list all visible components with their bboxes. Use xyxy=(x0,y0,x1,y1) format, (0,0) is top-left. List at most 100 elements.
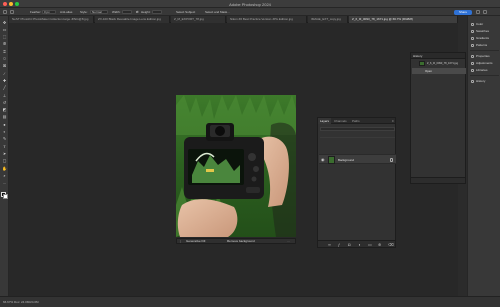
dock-item-libraries[interactable]: Libraries xyxy=(471,68,488,73)
pen-tool[interactable]: ✎ xyxy=(2,137,7,142)
visibility-eye-icon[interactable]: ◉ xyxy=(321,158,325,162)
healing-brush-tool[interactable]: ✚ xyxy=(2,78,7,83)
document-tab[interactable]: Z_M_EXPORT_78.jpg xyxy=(171,16,226,23)
document-tab[interactable]: Nikon Z6 Best Practice.Version.JPG.Editi… xyxy=(227,16,307,23)
history-brush-tool[interactable]: ↺ xyxy=(2,100,7,105)
document-image[interactable] xyxy=(176,95,296,237)
background-color-swatch[interactable] xyxy=(3,194,8,199)
eyedropper-tool[interactable]: ⁄ xyxy=(2,71,7,76)
path-selection-tool-icon: ➤ xyxy=(2,150,7,156)
tab-layers[interactable]: Layers xyxy=(318,118,332,124)
history-brush-tool-icon: ↺ xyxy=(2,99,7,105)
layers-panel-footer: ∞ ƒ ◘ ◑ ▭ ⊕ ⌫ xyxy=(318,240,395,247)
hand-tool-icon: ✋ xyxy=(2,165,7,171)
lasso-tool[interactable]: ᘓ xyxy=(2,42,7,47)
history-state[interactable]: Open xyxy=(412,68,466,74)
layer-filter-select[interactable] xyxy=(320,127,395,131)
marquee-preset-icon[interactable] xyxy=(10,10,14,14)
select-and-mask-button[interactable]: Select and Mask... xyxy=(205,10,230,14)
dock-item-gradients[interactable]: Gradients xyxy=(471,36,489,41)
lock-icon[interactable] xyxy=(390,158,393,162)
layer-thumbnail xyxy=(328,156,335,164)
document-tab[interactable]: NeST PhotoKit PhotoMaker.Collection.larg… xyxy=(9,16,94,23)
tab-paths[interactable]: Paths xyxy=(350,118,362,124)
crop-tool[interactable]: ⌑ xyxy=(2,57,7,62)
status-bar: 66.67% Doc: 24.0M/24.0M xyxy=(0,296,500,307)
feather-label: Feather: xyxy=(30,10,42,14)
tab-channels[interactable]: Channels xyxy=(332,118,349,124)
gradient-tool[interactable]: ▤ xyxy=(2,115,7,120)
artboard-tool-icon: ▭ xyxy=(2,26,7,32)
adjustment-layer-icon[interactable]: ◑ xyxy=(358,242,360,247)
clone-stamp-tool-icon: ⊥ xyxy=(2,92,7,98)
share-button[interactable]: Share xyxy=(454,9,472,15)
type-tool-icon: T xyxy=(3,143,6,149)
style-value: Normal xyxy=(92,10,102,14)
layer-mask-icon[interactable]: ◘ xyxy=(348,242,350,247)
document-tab[interactable]: ZX-100 Black Reusable.Image.Lens.Edition… xyxy=(95,16,170,23)
swap-icon[interactable]: ⇄ xyxy=(136,10,139,14)
eraser-tool-icon: ◩ xyxy=(2,107,7,113)
zoom-tool[interactable]: ⌕ xyxy=(2,173,7,178)
document-tab[interactable]: IMAGE_EXT_copy.jpg xyxy=(308,16,348,23)
history-panel-footer xyxy=(411,177,465,183)
history-panel-title[interactable]: History xyxy=(411,53,465,59)
marquee-tool[interactable]: ⬚ xyxy=(2,35,7,40)
dodge-tool[interactable]: ◐ xyxy=(2,130,7,135)
remove-background-button[interactable]: Remove background xyxy=(227,239,255,243)
dock-item-swatches[interactable]: Swatches xyxy=(471,29,489,34)
style-label: Style: xyxy=(80,10,88,14)
new-layer-icon[interactable]: ⊕ xyxy=(378,242,381,247)
dock-separator xyxy=(470,50,499,51)
history-icon xyxy=(471,79,474,83)
window-title: Adobe Photoshop 2024 xyxy=(229,1,271,7)
path-selection-tool[interactable]: ➤ xyxy=(2,151,7,156)
dock-item-properties[interactable]: Properties xyxy=(471,54,490,59)
blur-tool[interactable]: ● xyxy=(2,122,7,127)
move-tool[interactable]: ✥ xyxy=(2,20,7,25)
new-group-icon[interactable]: ▭ xyxy=(368,242,372,247)
move-tool-icon: ✥ xyxy=(2,19,7,25)
snapshot-thumbnail xyxy=(419,60,425,66)
snapshot-label: Z_6_III_0093_78_1671.jpg xyxy=(427,62,459,65)
zoom-readout[interactable]: 66.67% Doc: 24.0M/24.0M xyxy=(3,300,39,304)
antialias-label[interactable]: Anti-alias xyxy=(60,10,72,14)
more-options-icon[interactable]: … xyxy=(287,239,290,243)
options-bar: Feather: 0 px Anti-alias Style: Normal W… xyxy=(0,8,500,16)
frame-tool-icon: ⊠ xyxy=(2,63,7,69)
dock-item-history[interactable]: History xyxy=(471,79,485,84)
hand-tool[interactable]: ✋ xyxy=(2,166,7,171)
search-icon[interactable] xyxy=(476,10,480,14)
home-icon[interactable] xyxy=(3,10,7,14)
document-tab-active[interactable]: Z_6_III_0093_78_1671.jpg @ 66.7% (RGB/8) xyxy=(349,16,458,23)
more-tools[interactable]: … xyxy=(2,181,7,186)
healing-brush-tool-icon: ✚ xyxy=(2,77,7,83)
eraser-tool[interactable]: ◩ xyxy=(2,108,7,113)
panel-menu-icon[interactable]: ≡ xyxy=(390,118,396,124)
select-subject-button[interactable]: Select Subject xyxy=(176,10,195,14)
panel-dock: Color Swatches Gradients Patterns Proper… xyxy=(467,16,500,296)
layer-row[interactable]: ◉ Background xyxy=(319,154,396,164)
frame-tool[interactable]: ⊠ xyxy=(2,64,7,69)
type-tool[interactable]: T xyxy=(2,144,7,149)
generative-fill-button[interactable]: Generative Fill xyxy=(186,239,205,243)
clone-stamp-tool[interactable]: ⊥ xyxy=(2,93,7,98)
height-input[interactable] xyxy=(152,10,162,14)
history-snapshot[interactable]: Z_6_III_0093_78_1671.jpg xyxy=(412,60,466,67)
dock-item-patterns[interactable]: Patterns xyxy=(471,43,487,48)
drag-handle-icon[interactable]: ⋮ xyxy=(179,239,182,243)
link-layers-icon[interactable]: ∞ xyxy=(328,242,331,247)
layer-style-icon[interactable]: ƒ xyxy=(338,242,340,247)
object-selection-tool[interactable]: ⌗ xyxy=(2,49,7,54)
delete-layer-icon[interactable]: ⌫ xyxy=(388,242,394,247)
rectangle-tool[interactable]: ▢ xyxy=(2,159,7,164)
zoom-tool-icon: ⌕ xyxy=(3,172,6,178)
workspace-icon[interactable] xyxy=(483,10,487,14)
width-input[interactable] xyxy=(122,10,132,14)
brush-tool[interactable]: ╱ xyxy=(2,86,7,91)
artboard-tool[interactable]: ▭ xyxy=(2,27,7,32)
dock-item-color[interactable]: Color xyxy=(471,22,483,27)
blend-mode-row[interactable] xyxy=(320,134,395,138)
dock-item-adjustments[interactable]: Adjustments xyxy=(471,61,493,66)
layer-name: Background xyxy=(338,158,355,162)
